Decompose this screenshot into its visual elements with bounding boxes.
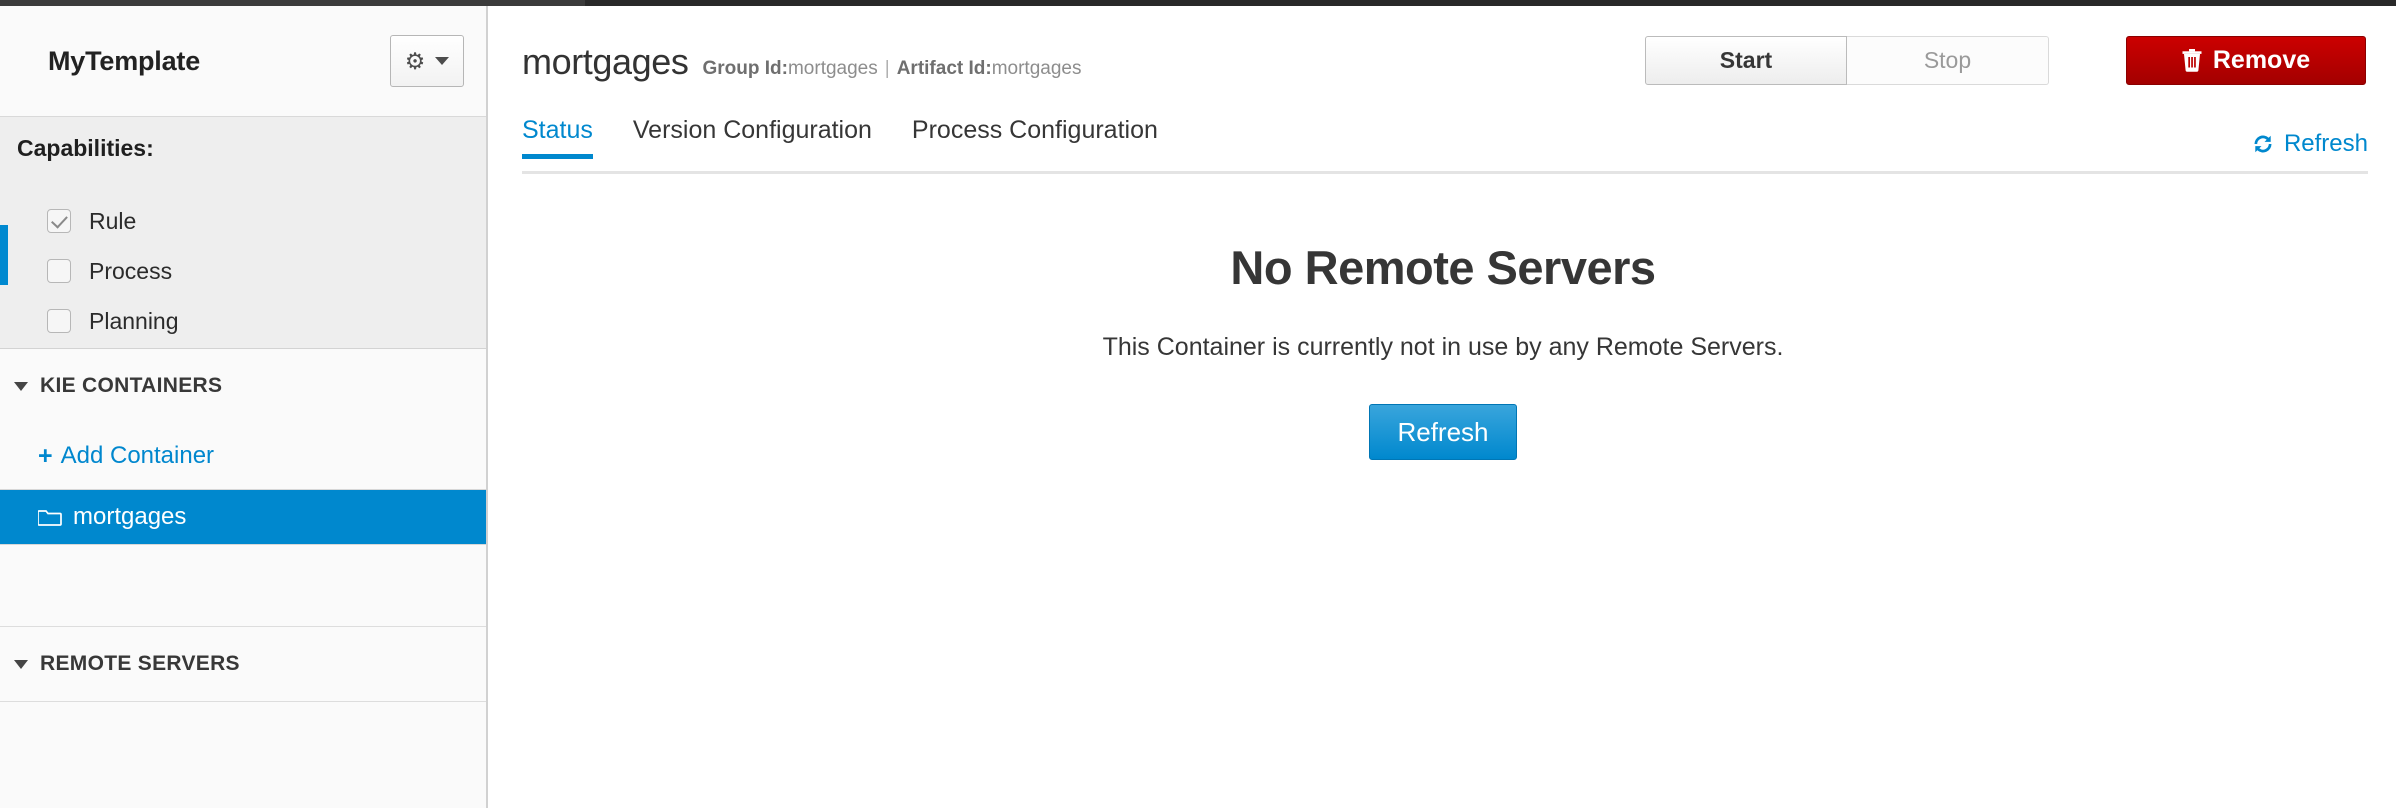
artifact-id-value: mortgages xyxy=(992,58,1082,79)
trash-icon xyxy=(2182,49,2202,72)
tab-process-configuration[interactable]: Process Configuration xyxy=(904,116,1190,159)
meta-separator: | xyxy=(885,58,890,79)
capability-item-rule[interactable]: Rule xyxy=(0,196,486,246)
kie-containers-body: + Add Container mortgages xyxy=(0,423,486,627)
group-id-label: Group Id: xyxy=(703,58,788,79)
tab-status[interactable]: Status xyxy=(522,116,625,159)
refresh-link[interactable]: Refresh xyxy=(2251,130,2368,158)
refresh-link-label: Refresh xyxy=(2284,130,2368,158)
chevron-down-icon xyxy=(14,382,28,391)
sidebar-item-label: mortgages xyxy=(73,503,186,531)
chevron-down-icon xyxy=(435,57,449,65)
group-id-value: mortgages xyxy=(788,58,878,79)
tab-bar: Status Version Configuration Process Con… xyxy=(490,116,2396,174)
capability-label: Planning xyxy=(89,308,179,335)
template-header: MyTemplate ⚙ xyxy=(0,6,486,117)
template-settings-button[interactable]: ⚙ xyxy=(390,35,464,87)
tab-version-configuration[interactable]: Version Configuration xyxy=(625,116,904,159)
capabilities-list: Rule Process Planning xyxy=(0,196,486,346)
chevron-down-icon xyxy=(14,660,28,669)
refresh-icon xyxy=(2251,133,2275,155)
kie-containers-empty-space xyxy=(0,545,486,627)
checkbox-planning[interactable] xyxy=(47,309,71,333)
stop-button[interactable]: Stop xyxy=(1847,36,2049,85)
capability-item-planning[interactable]: Planning xyxy=(0,296,486,346)
container-header: mortgages Group Id:mortgages|Artifact Id… xyxy=(490,6,2396,116)
gear-icon: ⚙ xyxy=(405,50,426,73)
capabilities-accent-bar xyxy=(0,225,8,285)
empty-state-title: No Remote Servers xyxy=(490,240,2396,295)
remote-servers-section-header[interactable]: REMOTE SERVERS xyxy=(0,627,486,701)
remove-button-label: Remove xyxy=(2213,46,2310,75)
capabilities-panel: Capabilities: Rule Process Planning xyxy=(0,117,486,349)
remove-button[interactable]: Remove xyxy=(2126,36,2366,85)
template-title: MyTemplate xyxy=(48,46,390,77)
capabilities-label: Capabilities: xyxy=(0,135,486,162)
start-button[interactable]: Start xyxy=(1645,36,1847,85)
artifact-id-label: Artifact Id: xyxy=(897,58,992,79)
add-container-button[interactable]: + Add Container xyxy=(0,423,486,489)
capability-label: Process xyxy=(89,258,172,285)
remote-servers-title: REMOTE SERVERS xyxy=(40,652,240,676)
empty-state: No Remote Servers This Container is curr… xyxy=(490,174,2396,460)
kie-containers-title: KIE CONTAINERS xyxy=(40,374,222,398)
empty-state-message: This Container is currently not in use b… xyxy=(490,333,2396,362)
sidebar-item-mortgages[interactable]: mortgages xyxy=(0,489,486,545)
kie-containers-section-header[interactable]: KIE CONTAINERS xyxy=(0,349,486,423)
checkbox-process[interactable] xyxy=(47,259,71,283)
checkbox-rule[interactable] xyxy=(47,209,71,233)
main-panel: mortgages Group Id:mortgages|Artifact Id… xyxy=(490,6,2396,808)
refresh-button[interactable]: Refresh xyxy=(1369,404,1517,460)
app-root: MyTemplate ⚙ Capabilities: Rule Process xyxy=(0,0,2396,808)
capability-label: Rule xyxy=(89,208,136,235)
tab-list: Status Version Configuration Process Con… xyxy=(522,116,2396,159)
plus-icon: + xyxy=(38,444,53,469)
add-container-label: Add Container xyxy=(61,442,214,470)
sidebar: MyTemplate ⚙ Capabilities: Rule Process xyxy=(0,6,488,808)
container-meta: Group Id:mortgages|Artifact Id:mortgages xyxy=(703,58,1082,80)
page-title: mortgages xyxy=(522,41,689,83)
capability-item-process[interactable]: Process xyxy=(0,246,486,296)
start-stop-button-group: Start Stop xyxy=(1645,36,2049,85)
container-title-row: mortgages Group Id:mortgages|Artifact Id… xyxy=(522,41,1081,83)
remote-servers-body xyxy=(0,701,486,808)
folder-icon xyxy=(38,507,62,527)
